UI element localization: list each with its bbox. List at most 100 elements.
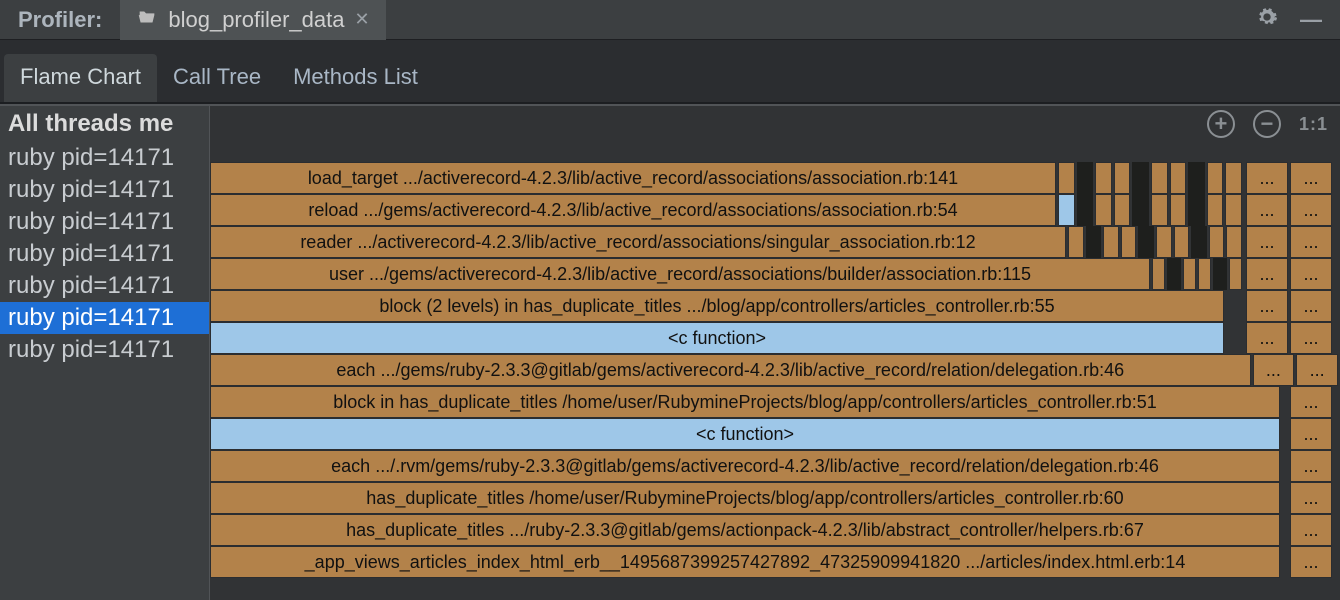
flame-frame[interactable] — [1207, 162, 1224, 194]
flame-frame[interactable] — [1156, 226, 1172, 258]
flame-frame[interactable]: ... — [1290, 482, 1332, 514]
zoom-out-button[interactable]: − — [1253, 110, 1281, 138]
profiler-tab-label: blog_profiler_data — [168, 7, 344, 33]
flame-frame[interactable]: ... — [1290, 322, 1332, 354]
flame-frame[interactable]: ... — [1290, 546, 1332, 578]
flame-frame[interactable]: has_duplicate_titles .../ruby-2.3.3@gitl… — [210, 514, 1280, 546]
flame-frame[interactable]: each .../.rvm/gems/ruby-2.3.3@gitlab/gem… — [210, 450, 1280, 482]
flame-frame[interactable]: <c function> — [210, 418, 1280, 450]
flame-frame[interactable]: block in has_duplicate_titles /home/user… — [210, 386, 1280, 418]
flame-frame[interactable] — [1174, 226, 1190, 258]
sidebar-item[interactable]: ruby pid=14171 — [0, 302, 209, 334]
flame-frame[interactable] — [1077, 162, 1094, 194]
flame-frame[interactable]: ... — [1290, 258, 1332, 290]
flame-frame[interactable] — [1095, 194, 1112, 226]
flame-frame[interactable]: _app_views_articles_index_html_erb__1495… — [210, 546, 1280, 578]
sidebar-item[interactable]: ruby pid=14171 — [0, 206, 209, 238]
sidebar-item[interactable]: ruby pid=14171 — [0, 174, 209, 206]
flame-frame[interactable] — [1213, 258, 1226, 290]
tab-flame-chart[interactable]: Flame Chart — [4, 54, 157, 102]
sidebar-item[interactable]: ruby pid=14171 — [0, 142, 209, 174]
sub-tab-bar: Flame Chart Call Tree Methods List — [0, 40, 1340, 104]
flame-frame[interactable]: ... — [1290, 194, 1332, 226]
minimize-icon[interactable]: — — [1300, 7, 1322, 33]
flame-frame[interactable]: ... — [1290, 162, 1332, 194]
flame-frame[interactable] — [1095, 162, 1112, 194]
flame-frame[interactable]: ... — [1290, 386, 1332, 418]
folder-open-icon — [136, 6, 158, 34]
flame-frame[interactable] — [1209, 226, 1225, 258]
flame-frame[interactable]: ... — [1246, 258, 1288, 290]
tab-methods-list[interactable]: Methods List — [277, 54, 434, 102]
flame-frame[interactable]: ... — [1290, 418, 1332, 450]
sidebar-item[interactable]: ruby pid=14171 — [0, 270, 209, 302]
flame-frame[interactable]: ... — [1246, 226, 1288, 258]
flame-frame[interactable] — [1183, 258, 1196, 290]
flame-frame[interactable] — [1229, 258, 1242, 290]
flame-frame[interactable] — [1191, 226, 1207, 258]
flame-frame[interactable]: <c function> — [210, 322, 1224, 354]
flame-frame[interactable]: ... — [1290, 290, 1332, 322]
flame-frame[interactable]: ... — [1246, 194, 1288, 226]
flame-frame[interactable]: ... — [1246, 322, 1288, 354]
flame-frame[interactable] — [1114, 162, 1131, 194]
flame-frame[interactable]: reload .../gems/activerecord-4.2.3/lib/a… — [210, 194, 1056, 226]
thread-sidebar: All threads me ruby pid=14171ruby pid=14… — [0, 106, 210, 600]
flame-frame[interactable]: reader .../activerecord-4.2.3/lib/active… — [210, 226, 1066, 258]
flame-frame[interactable] — [1170, 162, 1187, 194]
flame-frame[interactable] — [1058, 194, 1075, 226]
flame-frame[interactable] — [1225, 194, 1242, 226]
flame-frame[interactable] — [1226, 226, 1242, 258]
flame-frame[interactable] — [1152, 258, 1165, 290]
flame-frame[interactable] — [1188, 194, 1205, 226]
flame-chart[interactable]: + − 1:1 load_target .../activerecord-4.2… — [210, 106, 1340, 600]
flame-frame[interactable] — [1132, 162, 1149, 194]
flame-row: each .../gems/ruby-2.3.3@gitlab/gems/act… — [210, 354, 1340, 386]
flame-row: has_duplicate_titles /home/user/Rubymine… — [210, 482, 1340, 514]
flame-frame[interactable] — [1188, 162, 1205, 194]
flame-frame[interactable]: user .../gems/activerecord-4.2.3/lib/act… — [210, 258, 1150, 290]
flame-frame[interactable]: load_target .../activerecord-4.2.3/lib/a… — [210, 162, 1056, 194]
flame-frame[interactable]: ... — [1290, 226, 1332, 258]
close-icon[interactable]: ✕ — [355, 9, 370, 30]
zoom-in-button[interactable]: + — [1207, 110, 1235, 138]
flame-frame[interactable]: ... — [1290, 450, 1332, 482]
tab-call-tree[interactable]: Call Tree — [157, 54, 277, 102]
sidebar-item[interactable]: ruby pid=14171 — [0, 238, 209, 270]
flame-frame[interactable] — [1198, 258, 1211, 290]
flame-frame[interactable]: each .../gems/ruby-2.3.3@gitlab/gems/act… — [210, 354, 1251, 386]
flame-frame[interactable] — [1086, 226, 1102, 258]
flame-frame[interactable] — [1225, 162, 1242, 194]
flame-frame[interactable] — [1068, 226, 1084, 258]
flame-frame[interactable]: ... — [1253, 354, 1295, 386]
flame-frame[interactable] — [1132, 194, 1149, 226]
flame-row: block (2 levels) in has_duplicate_titles… — [210, 290, 1340, 322]
gear-icon[interactable] — [1256, 6, 1278, 34]
flame-frame[interactable] — [1058, 162, 1075, 194]
flame-frame[interactable] — [1114, 194, 1131, 226]
profiler-title: Profiler: — [0, 7, 120, 33]
flame-frame[interactable] — [1170, 194, 1187, 226]
flame-frame[interactable] — [1151, 162, 1168, 194]
flame-frame[interactable] — [1167, 258, 1180, 290]
profiler-tab[interactable]: blog_profiler_data ✕ — [120, 0, 385, 40]
flame-frame[interactable]: ... — [1246, 162, 1288, 194]
flame-frame[interactable]: block (2 levels) in has_duplicate_titles… — [210, 290, 1224, 322]
flame-frame[interactable] — [1077, 194, 1094, 226]
flame-frame[interactable]: ... — [1296, 354, 1338, 386]
flame-frame[interactable]: ... — [1290, 514, 1332, 546]
flame-frame[interactable] — [1138, 226, 1154, 258]
flame-row: _app_views_articles_index_html_erb__1495… — [210, 546, 1340, 578]
flame-frame[interactable]: has_duplicate_titles /home/user/Rubymine… — [210, 482, 1280, 514]
flame-frame[interactable] — [1207, 194, 1224, 226]
flame-row: reader .../activerecord-4.2.3/lib/active… — [210, 226, 1340, 258]
flame-row: each .../.rvm/gems/ruby-2.3.3@gitlab/gem… — [210, 450, 1340, 482]
flame-frame[interactable] — [1103, 226, 1119, 258]
flame-frame[interactable] — [1121, 226, 1137, 258]
flame-frame[interactable] — [1151, 194, 1168, 226]
sidebar-item[interactable]: ruby pid=14171 — [0, 334, 209, 366]
flame-frame[interactable]: ... — [1246, 290, 1288, 322]
flame-row: <c function>... — [210, 418, 1340, 450]
flame-row: <c function>...... — [210, 322, 1340, 354]
zoom-ratio[interactable]: 1:1 — [1299, 114, 1328, 135]
